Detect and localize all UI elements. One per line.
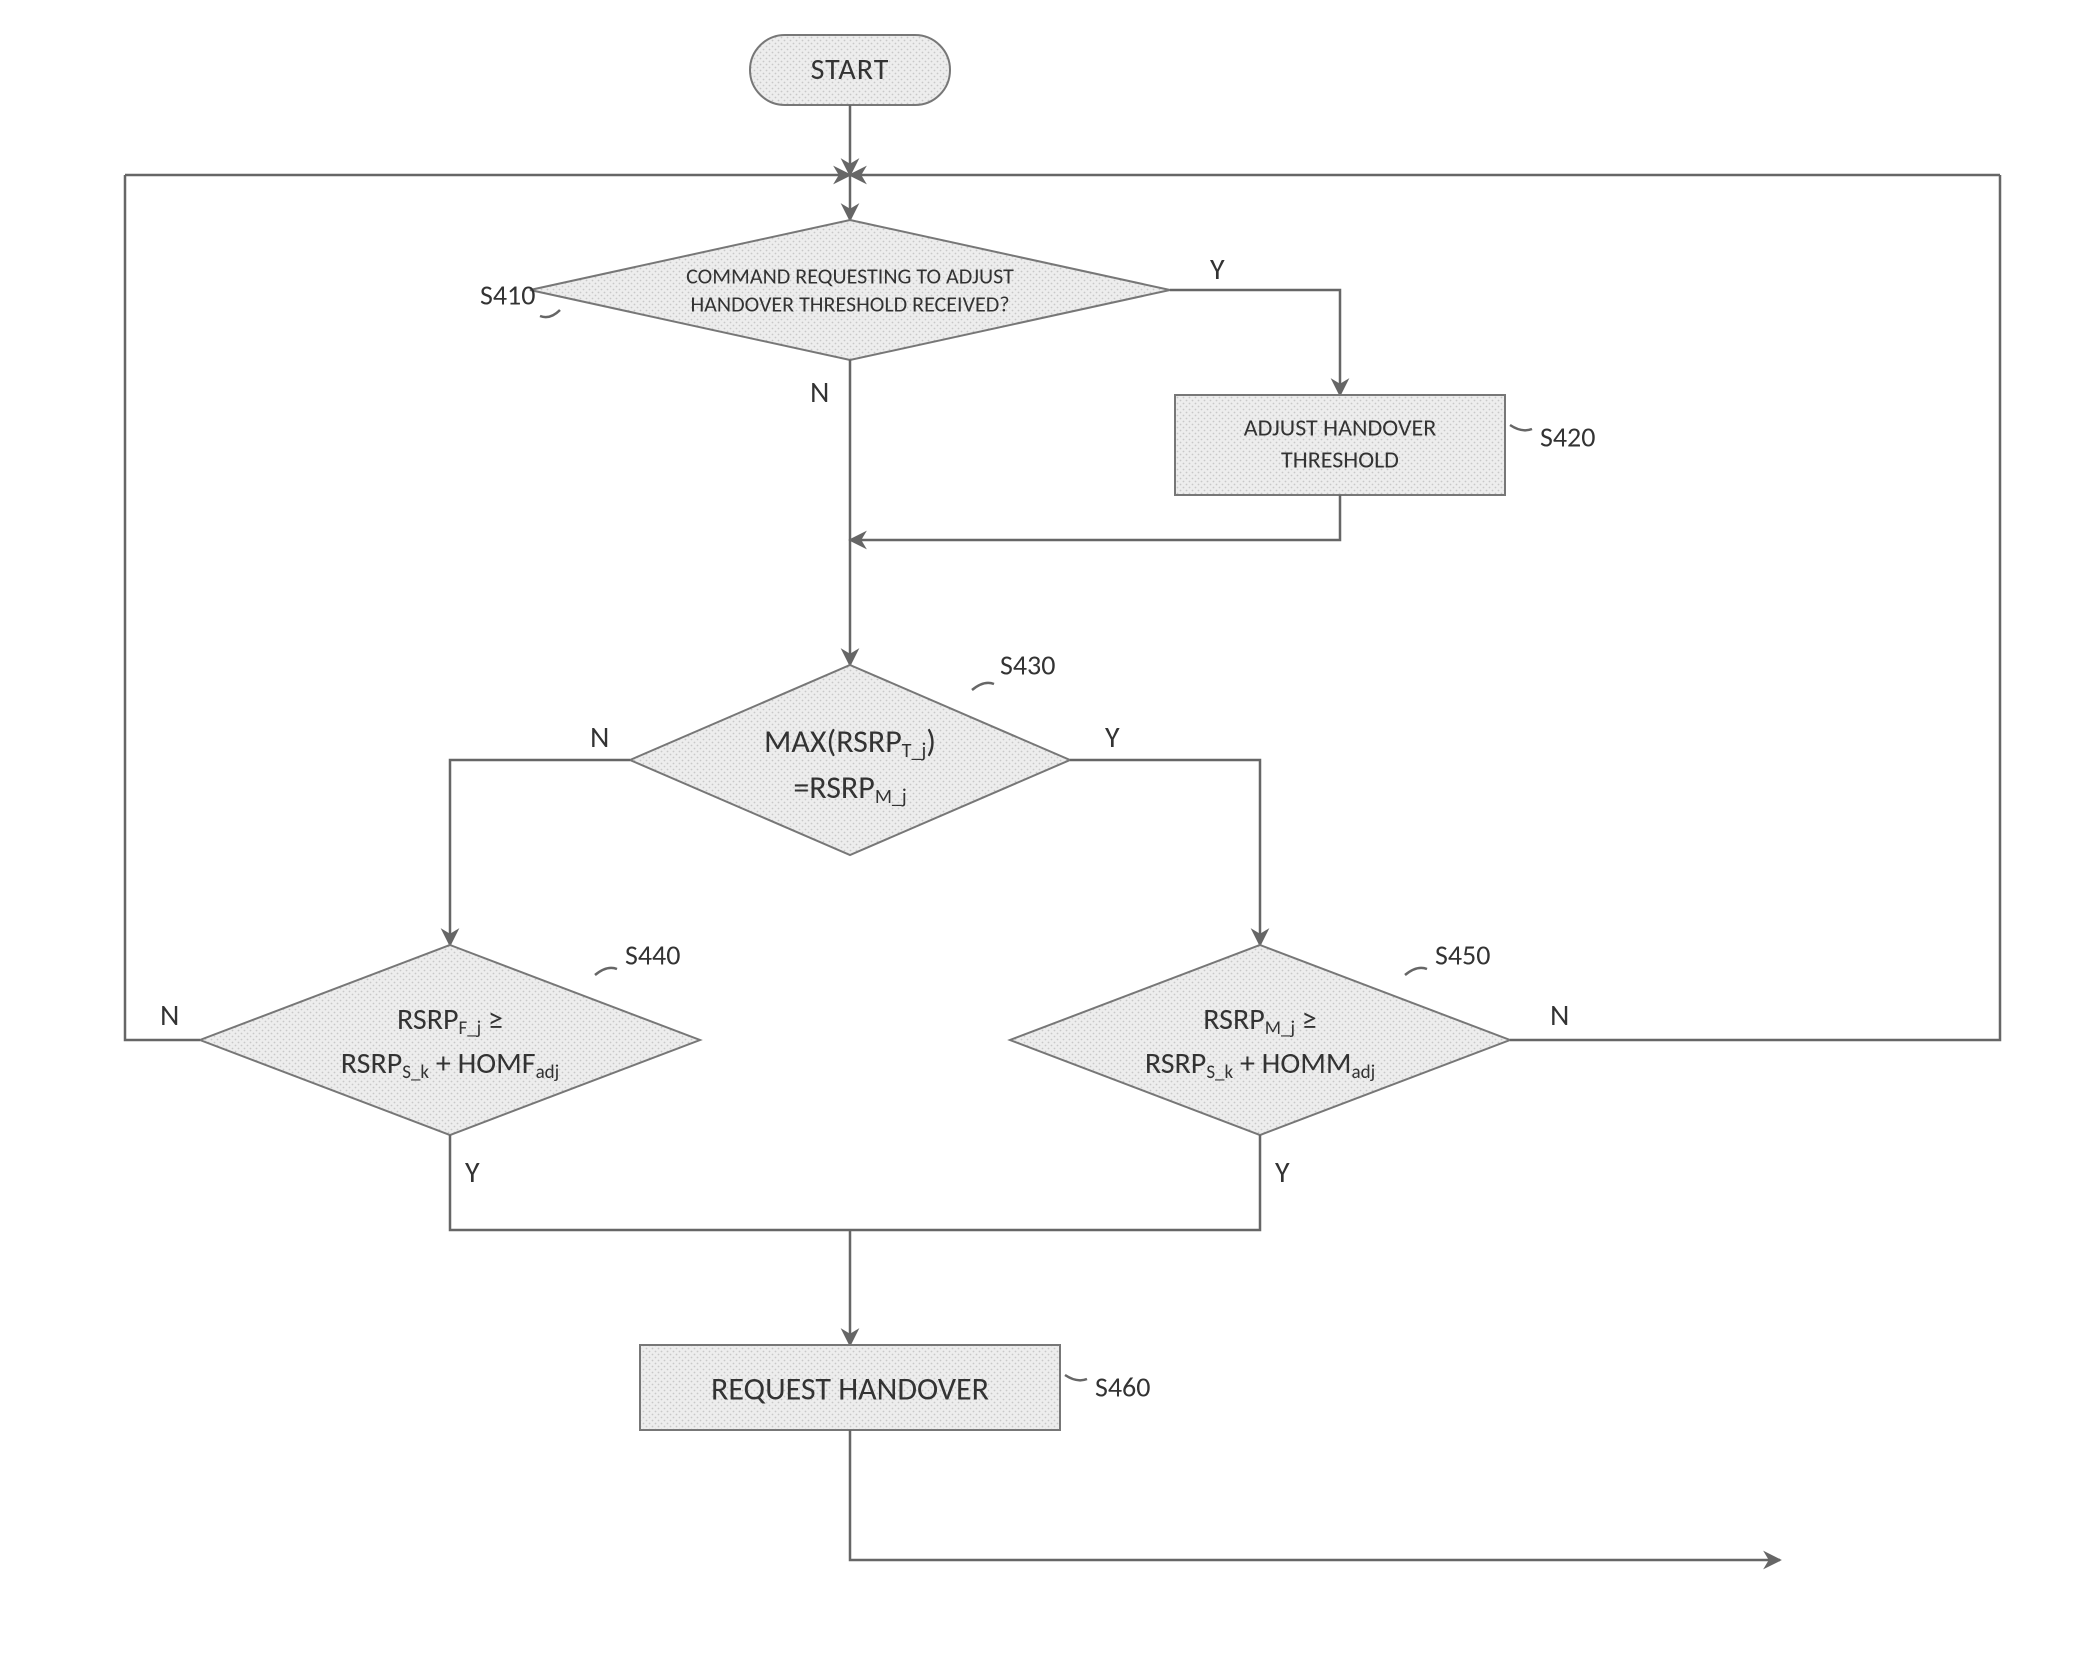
s420-line1: ADJUST HANDOVER	[1244, 414, 1437, 443]
edge-label-n: N	[160, 997, 179, 1034]
s450-line1: RSRPM_j ≥	[1203, 1001, 1316, 1039]
step-label-s450: S450	[1435, 938, 1490, 973]
step-tick	[595, 968, 617, 975]
flowline-s430-n	[450, 760, 630, 945]
s410-line2: HANDOVER THRESHOLD RECEIVED?	[690, 290, 1009, 317]
edge-label-y: Y	[465, 1154, 480, 1191]
step-label-s430: S430	[1000, 648, 1055, 683]
edge-label-y: Y	[1105, 719, 1120, 756]
flowline-s440-y	[450, 1135, 850, 1230]
edge-label-n: N	[1550, 997, 1569, 1034]
decision-s440: RSRPF_j ≥ RSRPS_k + HOMFadj	[200, 945, 700, 1135]
flowline-s460-out	[850, 1430, 1780, 1560]
edge-label-n: N	[810, 374, 829, 411]
s450-line2: RSRPS_k + HOMMadj	[1145, 1045, 1375, 1083]
edge-label-y: Y	[1210, 251, 1225, 288]
step-label-s460: S460	[1095, 1370, 1150, 1405]
flowline-s450-n-loop	[1510, 175, 2000, 1040]
decision-s410: COMMAND REQUESTING TO ADJUST HANDOVER TH…	[530, 220, 1170, 360]
s440-line2: RSRPS_k + HOMFadj	[341, 1045, 559, 1083]
s460-label: REQUEST HANDOVER	[711, 1370, 989, 1409]
flowline-s450-y	[850, 1135, 1260, 1230]
s440-line1: RSRPF_j ≥	[397, 1001, 503, 1039]
edge-label-y: Y	[1275, 1154, 1290, 1191]
step-tick	[1065, 1375, 1087, 1380]
step-tick	[1510, 425, 1532, 430]
flowline-s440-n-loop	[125, 175, 200, 1040]
flowline-s430-y	[1070, 760, 1260, 945]
s420-line2: THRESHOLD	[1281, 446, 1399, 475]
edge-label-n: N	[590, 719, 609, 756]
step-label-s440: S440	[625, 938, 680, 973]
step-tick	[1405, 968, 1427, 975]
step-tick	[972, 683, 994, 690]
flowline-s420-out	[850, 495, 1340, 540]
process-s420: ADJUST HANDOVER THRESHOLD	[1175, 395, 1505, 495]
process-s460: REQUEST HANDOVER	[640, 1345, 1060, 1430]
flowline-s410-y	[1170, 290, 1340, 395]
step-tick	[540, 310, 560, 317]
start-terminator: START	[750, 35, 950, 105]
step-label-s410: S410	[480, 278, 535, 313]
s410-line1: COMMAND REQUESTING TO ADJUST	[686, 262, 1014, 289]
step-label-s420: S420	[1540, 420, 1595, 455]
decision-s430: MAX(RSRPT_j) =RSRPM_j	[630, 665, 1070, 855]
start-label: START	[811, 51, 890, 88]
decision-s450: RSRPM_j ≥ RSRPS_k + HOMMadj	[1010, 945, 1510, 1135]
